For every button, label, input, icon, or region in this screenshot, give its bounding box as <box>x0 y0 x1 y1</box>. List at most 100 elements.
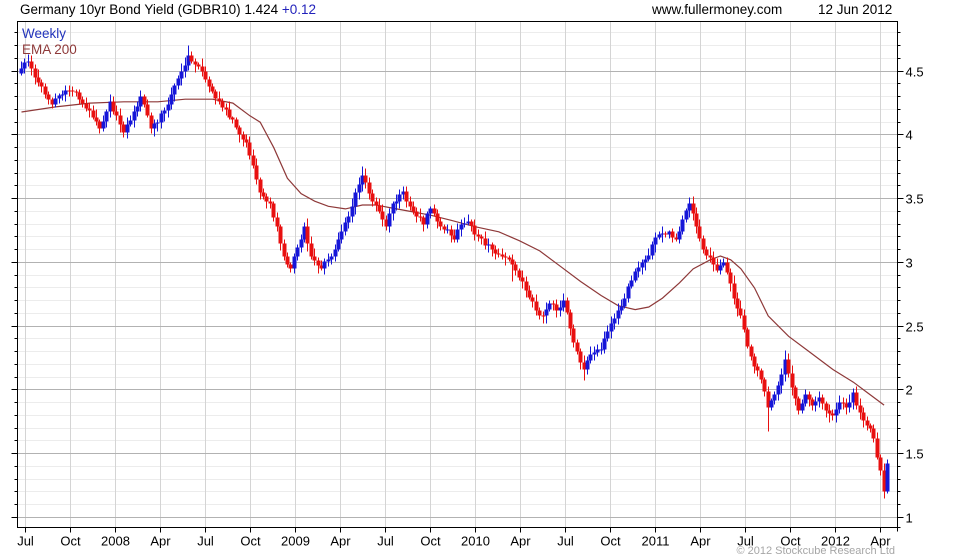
y-tick-label: 3 <box>906 256 913 271</box>
y-tick-label: 2 <box>906 383 913 398</box>
candle <box>527 290 532 298</box>
candle <box>299 239 304 248</box>
candle <box>449 229 454 236</box>
candle <box>663 233 668 235</box>
candle <box>166 104 171 111</box>
x-tick-label: 2009 <box>281 534 310 549</box>
x-tick-label: 2008 <box>101 534 130 549</box>
y-tick-label: 1.5 <box>906 447 924 462</box>
x-tick-label: Oct <box>420 534 441 549</box>
frequency-label: Weekly <box>22 26 67 41</box>
candle <box>725 262 730 273</box>
x-tick-label: Jul <box>377 534 394 549</box>
candle <box>834 409 839 416</box>
candle <box>339 231 344 240</box>
candle-series <box>19 45 890 499</box>
candle <box>438 221 443 227</box>
candle <box>152 123 157 129</box>
candle <box>510 259 515 265</box>
candle <box>22 62 27 69</box>
plot-border <box>17 21 898 528</box>
candle <box>196 64 201 67</box>
candle <box>285 256 290 265</box>
candle <box>513 264 518 271</box>
candle <box>261 192 266 197</box>
candle <box>547 303 552 310</box>
candle <box>159 113 164 123</box>
candle <box>414 211 419 217</box>
candle <box>312 256 317 261</box>
gridlines <box>17 21 898 528</box>
candle <box>380 211 385 220</box>
candle <box>738 308 743 316</box>
candle <box>786 359 791 374</box>
candle <box>530 297 535 302</box>
candle <box>657 234 662 238</box>
candle <box>104 111 109 122</box>
candle <box>305 226 310 244</box>
candle <box>29 61 34 69</box>
x-tick-label: 2011 <box>642 534 670 549</box>
candle <box>135 106 140 112</box>
candle <box>357 184 362 193</box>
candle <box>571 328 576 343</box>
candle <box>169 94 174 105</box>
candle <box>57 95 62 99</box>
candle <box>374 201 379 206</box>
candle <box>295 247 300 257</box>
candle <box>74 91 79 93</box>
candle <box>459 224 464 230</box>
candle <box>155 122 160 124</box>
candle <box>677 231 682 240</box>
candle <box>752 356 757 367</box>
candle <box>39 82 44 87</box>
candle <box>820 397 825 404</box>
candle <box>363 175 368 183</box>
candle <box>691 203 696 214</box>
candle <box>793 387 798 399</box>
candle <box>837 402 842 410</box>
x-tick-label: Jul <box>197 534 214 549</box>
candle <box>442 226 447 230</box>
y-tick-label: 3.5 <box>906 192 924 207</box>
candle <box>138 96 143 107</box>
candle <box>517 270 522 278</box>
candle <box>653 237 658 245</box>
candle <box>132 111 137 121</box>
candle <box>247 142 252 156</box>
candle <box>377 205 382 212</box>
candle <box>282 243 287 257</box>
candle <box>711 257 716 265</box>
candle <box>234 119 239 128</box>
candle <box>121 124 126 133</box>
candle <box>599 349 604 351</box>
candle <box>445 229 450 231</box>
candle <box>800 403 805 411</box>
candle <box>408 201 413 207</box>
candle <box>735 298 740 309</box>
y-tick-label: 4.5 <box>906 65 924 80</box>
candle <box>418 216 423 218</box>
candle <box>469 221 474 226</box>
candle <box>435 213 440 222</box>
candle <box>701 238 706 250</box>
candle <box>220 101 225 108</box>
candle <box>142 96 147 105</box>
candle <box>868 425 873 429</box>
candle <box>807 394 812 400</box>
candle <box>394 201 399 204</box>
copyright-notice: © 2012 Stockcube Research Ltd <box>736 545 895 557</box>
candle <box>203 71 208 80</box>
candle <box>575 342 580 352</box>
candle <box>619 306 624 311</box>
candle <box>500 254 505 257</box>
x-tick-label: Oct <box>600 534 621 549</box>
chart-legend: Weekly EMA 200 <box>22 26 77 58</box>
ema-label: EMA 200 <box>22 42 77 57</box>
candle <box>421 217 426 225</box>
candle <box>411 206 416 212</box>
candle <box>63 90 68 95</box>
candle <box>776 385 781 395</box>
candle <box>227 109 232 118</box>
candle <box>70 90 75 92</box>
